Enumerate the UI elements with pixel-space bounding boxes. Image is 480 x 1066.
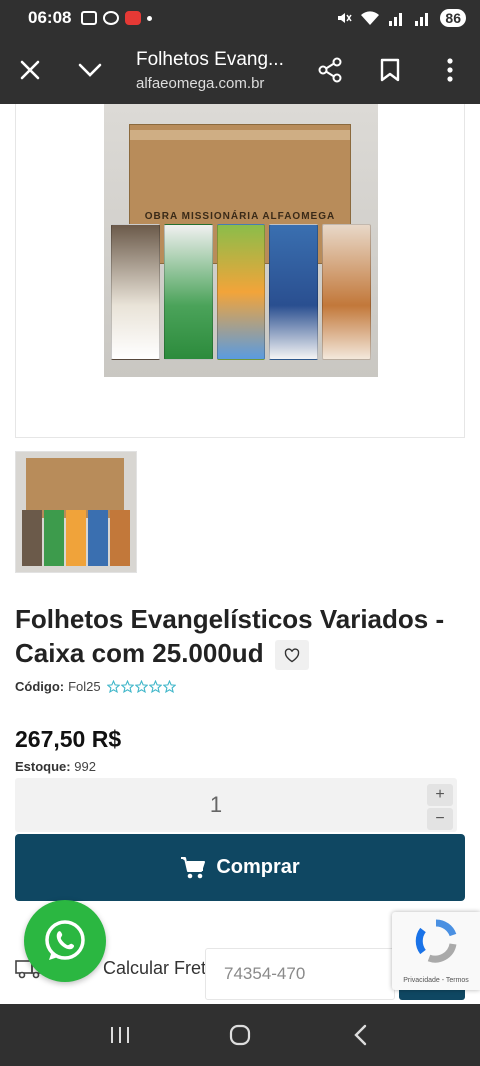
product-title-block: Folhetos Evangelísticos Variados - Caixa… — [15, 602, 470, 671]
bookmark-button[interactable] — [360, 36, 420, 104]
screenshot-icon — [81, 11, 98, 25]
star-icon[interactable] — [148, 680, 162, 693]
shipping-label: Calcular Frete: — [103, 958, 222, 978]
home-icon — [229, 1024, 251, 1046]
chrome-icon — [103, 11, 120, 25]
notification-icons — [81, 11, 153, 25]
star-icon[interactable] — [106, 680, 120, 693]
signal-2-icon — [415, 13, 429, 26]
page-content: OBRA MISSIONÁRIA ALFAOMEGA Folhetos Evan… — [0, 104, 480, 1004]
product-main-image[interactable]: OBRA MISSIONÁRIA ALFAOMEGA — [104, 104, 378, 377]
product-price: 267,50 R$ — [15, 726, 122, 752]
product-title: Folhetos Evangelísticos Variados - Caixa… — [15, 604, 445, 668]
close-icon — [20, 60, 40, 80]
wishlist-button[interactable] — [274, 640, 309, 671]
stock-value: 992 — [74, 759, 96, 774]
status-right-icons: 86 — [336, 9, 466, 27]
quantity-stepper[interactable]: 1 + − — [15, 778, 457, 832]
box-brand-text: OBRA MISSIONÁRIA ALFAOMEGA — [144, 211, 336, 222]
code-value: Fol25 — [68, 679, 101, 694]
recaptcha-links[interactable]: Privacidade - Termos — [392, 977, 480, 984]
star-icon[interactable] — [134, 680, 148, 693]
status-time: 06:08 — [28, 8, 72, 27]
recent-apps-button[interactable] — [90, 1010, 150, 1060]
heart-icon — [284, 647, 300, 662]
page-title: Folhetos Evang... — [136, 48, 284, 70]
whatsapp-button[interactable] — [24, 900, 106, 982]
browser-toolbar: Folhetos Evang... alfaeomega.com.br — [0, 36, 480, 104]
code-label: Código: — [15, 679, 65, 694]
home-button[interactable] — [210, 1010, 270, 1060]
more-notifications-dot-icon — [147, 15, 153, 21]
minimize-button[interactable] — [60, 36, 120, 104]
signal-icon — [389, 13, 403, 26]
system-nav-bar — [0, 1004, 480, 1066]
quantity-decrease-button[interactable]: − — [427, 808, 453, 830]
stock-label: Estoque: — [15, 759, 71, 774]
close-tab-button[interactable] — [0, 36, 60, 104]
share-icon — [318, 57, 342, 83]
more-vert-icon — [447, 58, 453, 82]
quantity-increase-button[interactable]: + — [427, 784, 453, 806]
product-thumbnail[interactable] — [15, 451, 137, 573]
product-code-row: Código: Fol25 — [15, 679, 176, 694]
share-button[interactable] — [300, 36, 360, 104]
bookmark-icon — [380, 58, 400, 82]
booklets-image — [109, 224, 373, 360]
rating-stars[interactable] — [106, 680, 176, 693]
stock-row: Estoque: 992 — [15, 759, 96, 774]
buy-button[interactable]: Comprar — [15, 834, 465, 901]
back-icon — [354, 1024, 367, 1046]
recent-apps-icon — [111, 1027, 129, 1043]
star-icon[interactable] — [120, 680, 134, 693]
page-title-url[interactable]: Folhetos Evang... alfaeomega.com.br — [120, 49, 300, 92]
page-url: alfaeomega.com.br — [136, 74, 265, 92]
wifi-icon — [361, 11, 380, 25]
recaptcha-badge[interactable]: Privacidade - Termos — [392, 912, 480, 990]
buy-button-label: Comprar — [216, 856, 300, 878]
download-icon — [125, 11, 142, 25]
back-button[interactable] — [330, 1010, 390, 1060]
whatsapp-icon — [45, 920, 85, 960]
main-image-frame: OBRA MISSIONÁRIA ALFAOMEGA — [15, 104, 465, 438]
mute-icon — [338, 13, 353, 23]
cep-input[interactable]: 74354-470 — [205, 948, 395, 1000]
battery-indicator: 86 — [440, 9, 466, 27]
recaptcha-icon — [415, 919, 457, 963]
more-options-button[interactable] — [420, 36, 480, 104]
status-bar: 06:08 86 — [0, 0, 480, 36]
star-icon[interactable] — [162, 680, 176, 693]
chevron-down-icon — [78, 63, 102, 77]
cart-icon — [181, 856, 206, 878]
quantity-input[interactable]: 1 — [15, 778, 417, 832]
